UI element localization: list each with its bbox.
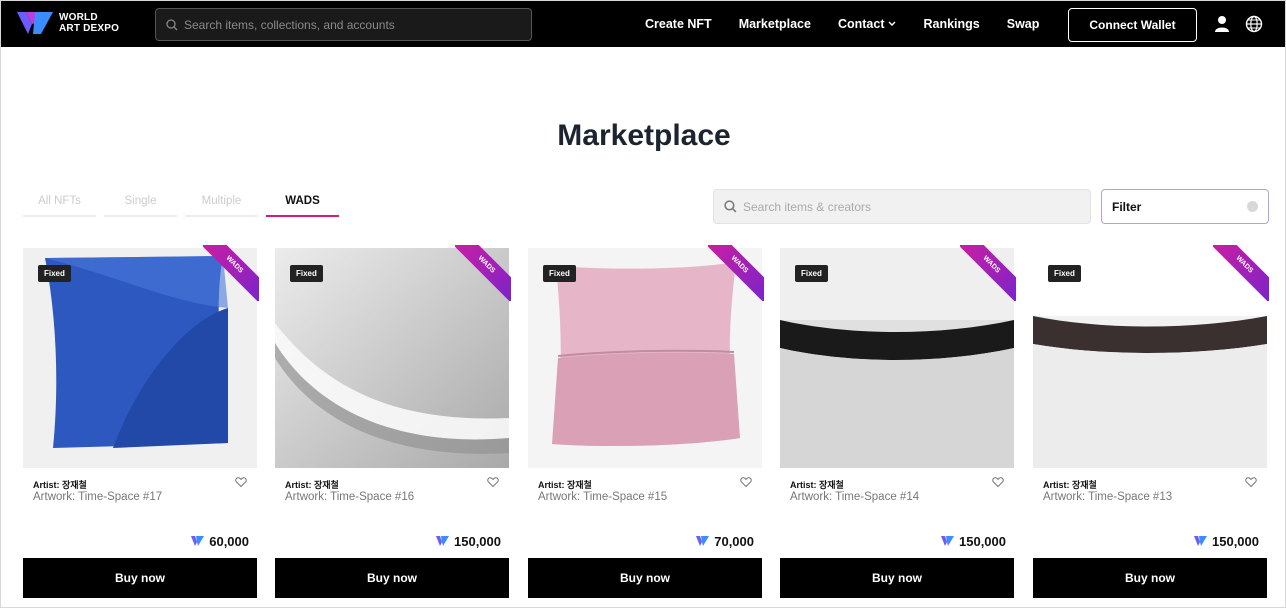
price: 70,000 xyxy=(696,534,754,549)
nav-create-nft[interactable]: Create NFT xyxy=(645,17,712,31)
wads-ribbon-label: WADS xyxy=(1213,245,1269,301)
artist-name: Artist: 장재철 xyxy=(790,480,844,490)
page-title: Marketplace xyxy=(557,119,731,152)
nav-links: Create NFT Marketplace Contact Rankings … xyxy=(645,1,1066,47)
nav-swap[interactable]: Swap xyxy=(1007,17,1040,31)
connect-wallet-button[interactable]: Connect Wallet xyxy=(1068,8,1197,42)
wads-ribbon-label: WADS xyxy=(203,245,259,301)
user-icon[interactable] xyxy=(1213,15,1231,33)
wads-ribbon: WADS xyxy=(960,245,1016,301)
wads-token-icon xyxy=(696,536,710,546)
artist-name: Artist: 장재철 xyxy=(33,480,87,490)
nft-card[interactable]: WADS Fixed Artist: 장재철 Artwork: Time-Spa… xyxy=(1033,245,1269,599)
nav-marketplace[interactable]: Marketplace xyxy=(739,17,811,31)
price: 150,000 xyxy=(941,534,1006,549)
artwork-title: Artwork: Time-Space #15 xyxy=(538,491,668,503)
logo-mark-icon xyxy=(17,12,53,34)
heart-icon[interactable] xyxy=(740,476,752,488)
navbar: WORLD ART DEXPO Create NFT Marketplace C… xyxy=(1,1,1285,47)
heart-icon[interactable] xyxy=(992,476,1004,488)
price-value: 150,000 xyxy=(1212,534,1259,549)
wads-token-icon xyxy=(191,536,205,546)
fixed-badge: Fixed xyxy=(290,265,323,282)
clear-filter-icon[interactable] xyxy=(1247,201,1258,212)
nft-card[interactable]: WADS Fixed Artist: 장재철 Artwork: Time-Spa… xyxy=(275,245,511,599)
fixed-badge: Fixed xyxy=(38,265,71,282)
logo[interactable]: WORLD ART DEXPO xyxy=(17,10,119,36)
logo-text-line1: WORLD xyxy=(59,12,98,23)
buy-now-button[interactable]: Buy now xyxy=(1033,558,1267,598)
search-icon xyxy=(724,200,737,213)
chevron-down-icon xyxy=(888,21,896,26)
nav-contact[interactable]: Contact xyxy=(838,17,897,31)
artist-name: Artist: 장재철 xyxy=(285,480,339,490)
price-value: 150,000 xyxy=(454,534,501,549)
artwork-title: Artwork: Time-Space #16 xyxy=(285,491,415,503)
nft-card[interactable]: WADS Fixed Artist: 장재철 Artwork: Time-Spa… xyxy=(528,245,764,599)
heart-icon[interactable] xyxy=(235,476,247,488)
filter-select[interactable]: Filter xyxy=(1101,189,1269,224)
buy-now-button[interactable]: Buy now xyxy=(528,558,762,598)
wads-ribbon: WADS xyxy=(708,245,764,301)
nav-rankings[interactable]: Rankings xyxy=(923,17,979,31)
buy-now-button[interactable]: Buy now xyxy=(780,558,1014,598)
price-value: 60,000 xyxy=(209,534,249,549)
heart-icon[interactable] xyxy=(1245,476,1257,488)
buy-now-button[interactable]: Buy now xyxy=(275,558,509,598)
logo-text-line2: ART DEXPO xyxy=(59,23,120,34)
artwork-title: Artwork: Time-Space #17 xyxy=(33,491,163,503)
price: 150,000 xyxy=(436,534,501,549)
wads-ribbon: WADS xyxy=(455,245,511,301)
global-search xyxy=(155,8,532,41)
wads-ribbon: WADS xyxy=(1213,245,1269,301)
wads-ribbon-label: WADS xyxy=(708,245,764,301)
search-icon xyxy=(166,18,178,30)
nft-card[interactable]: WADS Fixed Artist: 장재철 Artwork: Time-Spa… xyxy=(780,245,1016,599)
wads-ribbon-label: WADS xyxy=(960,245,1016,301)
items-search xyxy=(713,189,1091,224)
tab-multiple[interactable]: Multiple xyxy=(185,195,258,217)
artwork-title: Artwork: Time-Space #14 xyxy=(790,491,920,503)
tab-all-nfts[interactable]: All NFTs xyxy=(23,195,96,217)
global-search-input[interactable] xyxy=(184,17,514,32)
wads-token-icon xyxy=(1194,536,1207,546)
price-value: 150,000 xyxy=(959,534,1006,549)
price: 60,000 xyxy=(191,534,249,549)
price: 150,000 xyxy=(1194,534,1259,549)
wads-token-icon xyxy=(436,536,449,546)
wads-ribbon: WADS xyxy=(203,245,259,301)
artist-name: Artist: 장재철 xyxy=(538,480,592,490)
nft-card[interactable]: WADS Fixed Artist: 장재철 Artwork: Time-Spa… xyxy=(23,245,259,599)
items-search-input[interactable] xyxy=(743,199,1073,214)
artwork-title: Artwork: Time-Space #13 xyxy=(1043,491,1173,503)
filter-label: Filter xyxy=(1112,199,1142,214)
tab-wads[interactable]: WADS xyxy=(266,195,339,217)
globe-icon[interactable] xyxy=(1245,15,1263,33)
artist-name: Artist: 장재철 xyxy=(1043,480,1097,490)
nav-contact-label: Contact xyxy=(837,17,885,31)
price-value: 70,000 xyxy=(714,534,754,549)
fixed-badge: Fixed xyxy=(1048,265,1081,282)
fixed-badge: Fixed xyxy=(795,265,828,282)
wads-token-icon xyxy=(941,536,954,546)
tab-bar: All NFTs Single Multiple WADS xyxy=(23,195,347,217)
page: WORLD ART DEXPO Create NFT Marketplace C… xyxy=(0,0,1286,608)
buy-now-button[interactable]: Buy now xyxy=(23,558,257,598)
heart-icon[interactable] xyxy=(487,476,499,488)
wads-ribbon-label: WADS xyxy=(455,245,511,301)
tab-single[interactable]: Single xyxy=(104,195,177,217)
fixed-badge: Fixed xyxy=(543,265,576,282)
